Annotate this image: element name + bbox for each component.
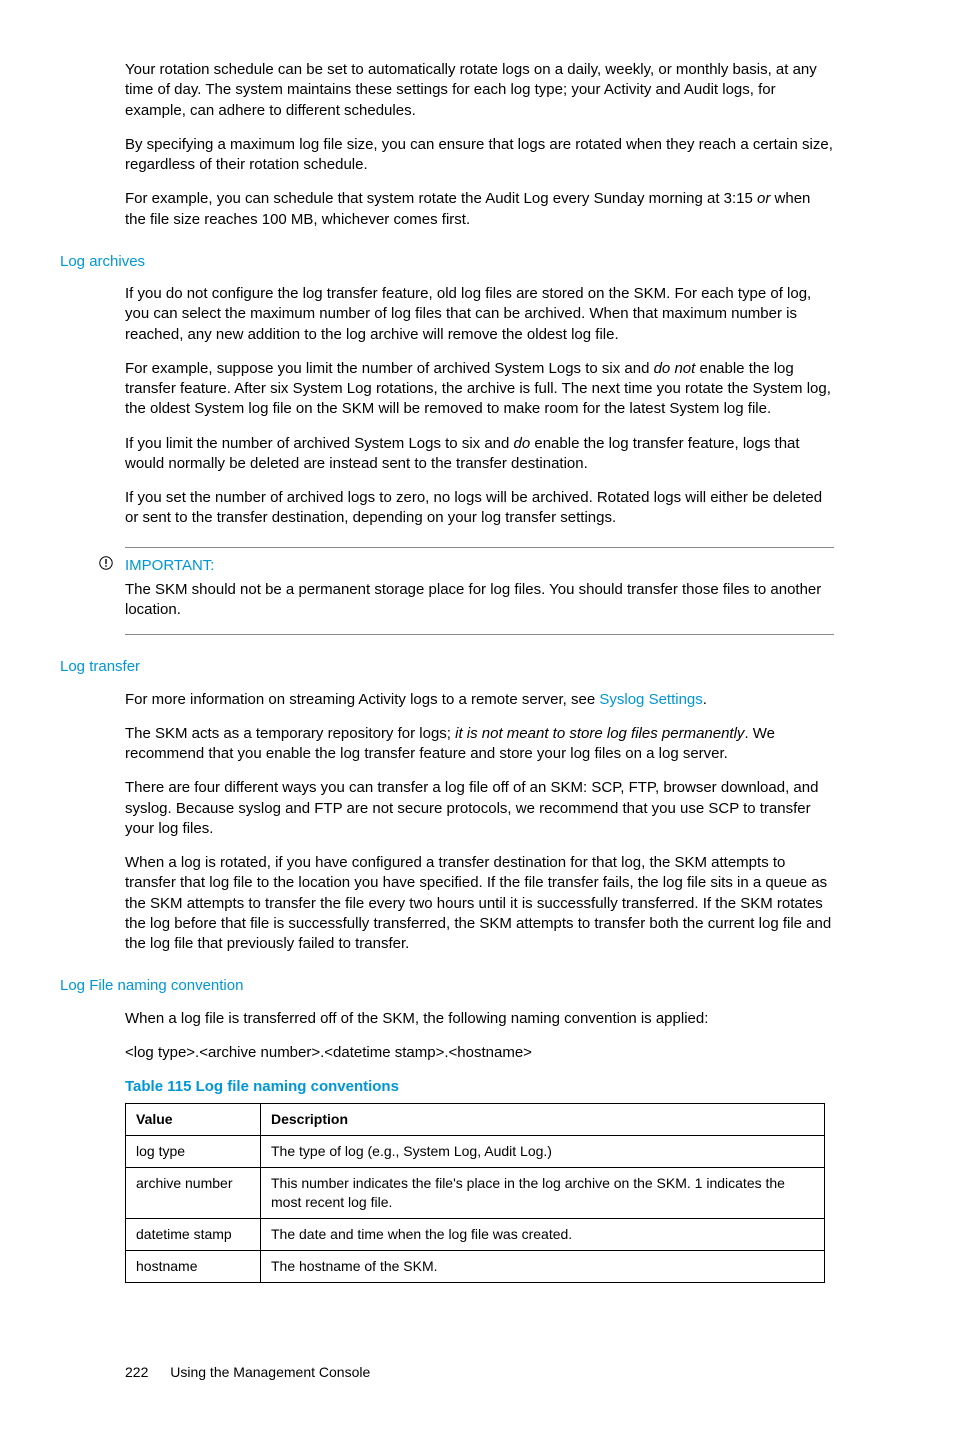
cell-desc: The date and time when the log file was … (261, 1218, 825, 1250)
emphasis-do-not: do not (654, 360, 696, 377)
text: The SKM acts as a temporary repository f… (125, 725, 455, 742)
cell-value: hostname (126, 1250, 261, 1282)
cell-value: log type (126, 1136, 261, 1168)
para-intro-2: By specifying a maximum log file size, y… (60, 135, 834, 176)
text: For example, suppose you limit the numbe… (125, 360, 654, 377)
para-archives-3: If you limit the number of archived Syst… (60, 434, 834, 475)
para-intro-1: Your rotation schedule can be set to aut… (60, 60, 834, 121)
cell-desc: The type of log (e.g., System Log, Audit… (261, 1136, 825, 1168)
cell-value: datetime stamp (126, 1218, 261, 1250)
footer-title: Using the Management Console (170, 1364, 370, 1380)
para-intro-3: For example, you can schedule that syste… (60, 189, 834, 230)
heading-log-transfer: Log transfer (60, 657, 834, 677)
important-body: The SKM should not be a permanent storag… (125, 580, 834, 621)
cell-value: archive number (126, 1168, 261, 1219)
col-description: Description (261, 1104, 825, 1136)
para-transfer-3: There are four different ways you can tr… (60, 778, 834, 839)
important-note: IMPORTANT: The SKM should not be a perma… (125, 547, 834, 636)
cell-desc: This number indicates the file's place i… (261, 1168, 825, 1219)
table-header-row: Value Description (126, 1104, 825, 1136)
table-row: archive number This number indicates the… (126, 1168, 825, 1219)
table-title: Table 115 Log file naming conventions (125, 1077, 834, 1097)
naming-table: Value Description log type The type of l… (125, 1103, 825, 1282)
para-archives-2: For example, suppose you limit the numbe… (60, 359, 834, 420)
text: . (703, 691, 707, 708)
heading-naming-convention: Log File naming convention (60, 976, 834, 996)
cell-desc: The hostname of the SKM. (261, 1250, 825, 1282)
para-transfer-2: The SKM acts as a temporary repository f… (60, 724, 834, 765)
important-icon (99, 556, 113, 575)
link-syslog-settings[interactable]: Syslog Settings (599, 691, 702, 708)
page-number: 222 (125, 1364, 148, 1380)
text: For more information on streaming Activi… (125, 691, 599, 708)
page-footer: 222 Using the Management Console (60, 1363, 834, 1382)
col-value: Value (126, 1104, 261, 1136)
para-naming-2: <log type>.<archive number>.<datetime st… (60, 1043, 834, 1063)
table-row: hostname The hostname of the SKM. (126, 1250, 825, 1282)
emphasis-or: or (757, 190, 770, 207)
heading-log-archives: Log archives (60, 252, 834, 272)
para-transfer-4: When a log is rotated, if you have confi… (60, 853, 834, 954)
text: For example, you can schedule that syste… (125, 190, 757, 207)
para-transfer-1: For more information on streaming Activi… (60, 690, 834, 710)
para-archives-4: If you set the number of archived logs t… (60, 488, 834, 529)
para-archives-1: If you do not configure the log transfer… (60, 284, 834, 345)
table-row: log type The type of log (e.g., System L… (126, 1136, 825, 1168)
table-row: datetime stamp The date and time when th… (126, 1218, 825, 1250)
para-naming-1: When a log file is transferred off of th… (60, 1009, 834, 1029)
emphasis-do: do (514, 435, 531, 452)
emphasis-not-permanent: it is not meant to store log files perma… (455, 725, 744, 742)
important-heading: IMPORTANT: (125, 556, 834, 576)
text: If you limit the number of archived Syst… (125, 435, 514, 452)
